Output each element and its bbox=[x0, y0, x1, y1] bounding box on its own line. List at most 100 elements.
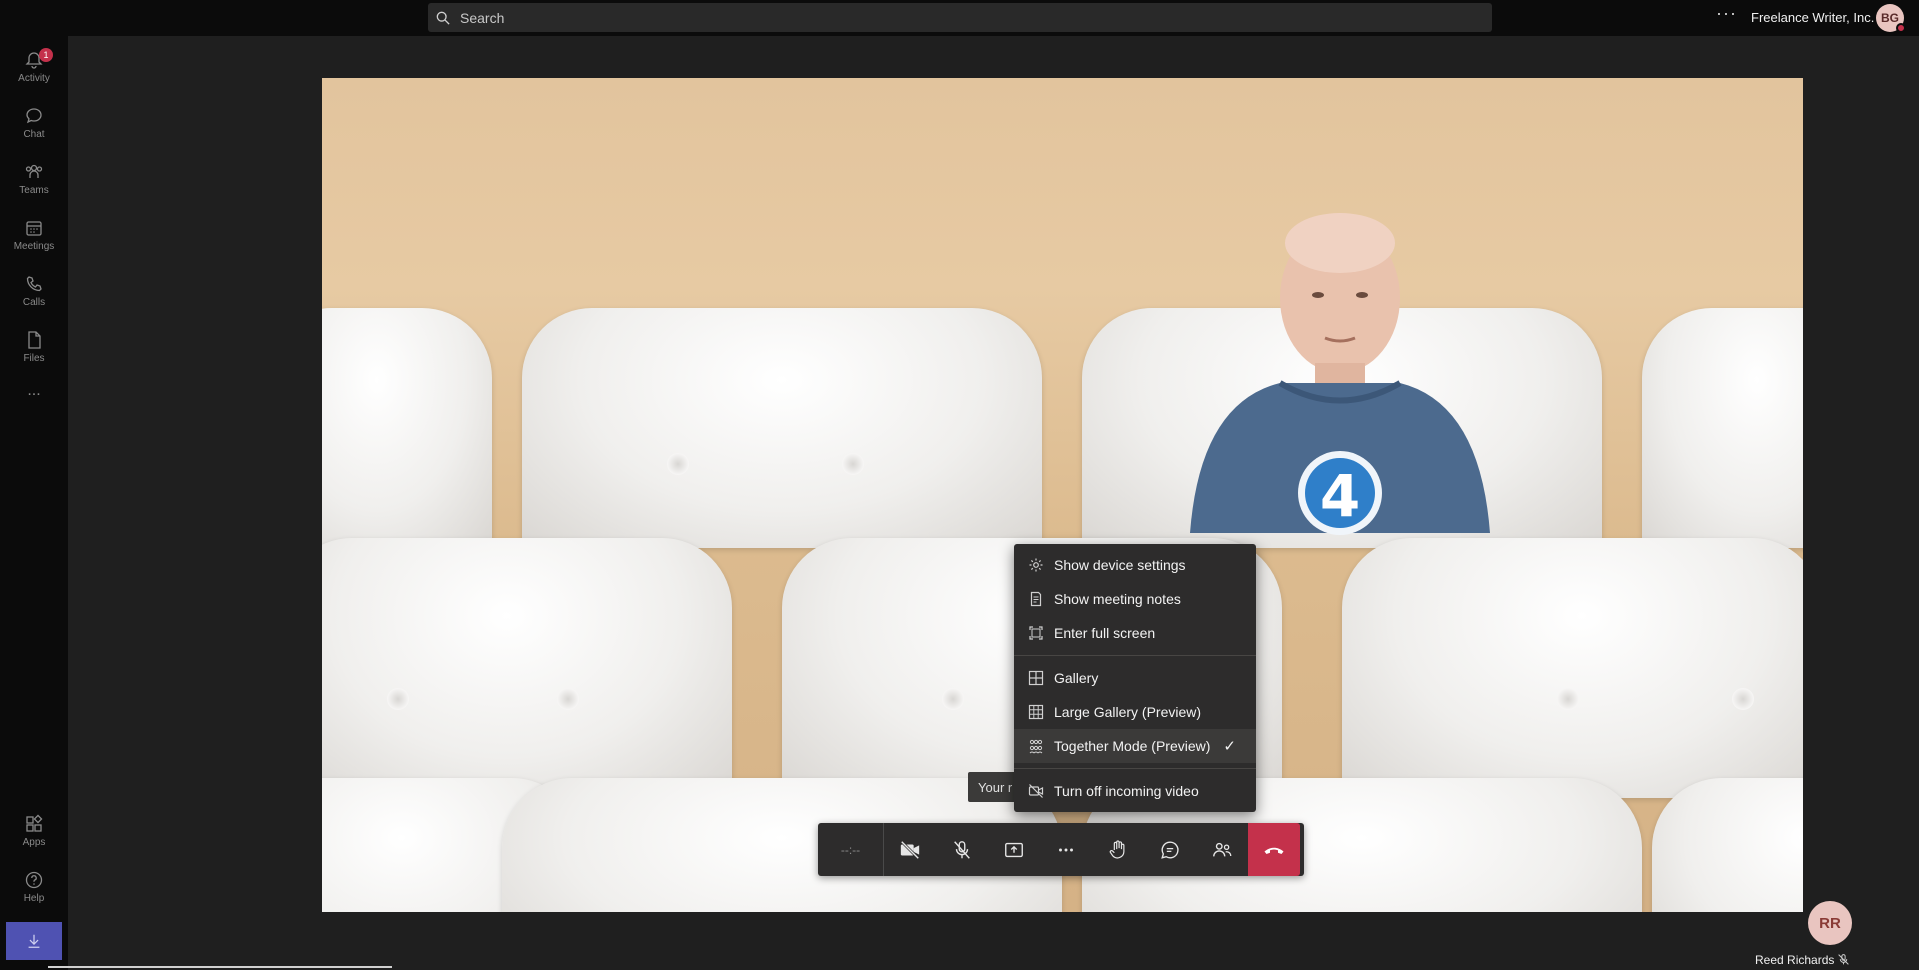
tooltip-text: Your r bbox=[978, 779, 1013, 795]
mic-off-icon bbox=[954, 840, 970, 859]
phone-icon bbox=[26, 276, 42, 292]
rail-item-calls[interactable]: Calls bbox=[0, 264, 68, 318]
mic-toggle-button[interactable] bbox=[936, 823, 988, 876]
app-rail: Activity 1 Chat Teams Meetings Calls Fil… bbox=[0, 36, 68, 970]
meeting-stage: 4 Your r Show device settings Show meeti… bbox=[68, 36, 1919, 970]
camera-toggle-button[interactable] bbox=[884, 823, 936, 876]
chair bbox=[322, 308, 492, 548]
chair-button bbox=[387, 688, 409, 710]
call-controls-bar: --:-- bbox=[818, 823, 1304, 876]
rail-item-apps[interactable]: Apps bbox=[0, 804, 68, 858]
hang-up-button[interactable] bbox=[1248, 823, 1300, 876]
chat-button[interactable] bbox=[1144, 823, 1196, 876]
progress-indicator bbox=[48, 966, 392, 968]
menu-item-meeting-notes[interactable]: Show meeting notes bbox=[1014, 582, 1256, 616]
large-grid-icon bbox=[1028, 704, 1044, 720]
more-options-icon[interactable]: ··· bbox=[1716, 4, 1737, 22]
chair bbox=[522, 308, 1042, 548]
rail-item-teams[interactable]: Teams bbox=[0, 152, 68, 206]
menu-item-large-gallery[interactable]: Large Gallery (Preview) bbox=[1014, 695, 1256, 729]
menu-item-label: Enter full screen bbox=[1054, 625, 1156, 641]
rail-item-help[interactable]: Help bbox=[0, 860, 68, 914]
rail-item-meetings[interactable]: Meetings bbox=[0, 208, 68, 262]
together-mode-icon bbox=[1029, 739, 1043, 754]
rail-label-meetings: Meetings bbox=[13, 241, 55, 252]
menu-separator bbox=[1014, 655, 1256, 656]
rail-item-activity[interactable]: Activity 1 bbox=[0, 40, 68, 94]
top-bar: Search ··· Freelance Writer, Inc. BG bbox=[0, 0, 1919, 36]
chat-icon bbox=[26, 108, 42, 124]
menu-separator bbox=[1014, 768, 1256, 769]
menu-item-label: Turn off incoming video bbox=[1054, 783, 1199, 799]
menu-item-label: Show meeting notes bbox=[1054, 591, 1181, 607]
rail-label-teams: Teams bbox=[19, 185, 49, 196]
participant-initials: RR bbox=[1819, 914, 1841, 932]
calendar-icon bbox=[26, 221, 42, 236]
chair-button bbox=[667, 453, 689, 475]
notes-icon bbox=[1030, 591, 1042, 607]
rail-label-activity: Activity bbox=[18, 73, 50, 84]
chat-icon bbox=[1161, 841, 1179, 859]
menu-item-device-settings[interactable]: Show device settings bbox=[1014, 548, 1256, 582]
participant-name: Reed Richards bbox=[1755, 953, 1835, 967]
download-icon bbox=[28, 934, 40, 948]
gear-icon bbox=[1029, 558, 1043, 572]
search-icon bbox=[436, 11, 450, 25]
raise-hand-icon bbox=[1109, 839, 1125, 858]
menu-item-label: Together Mode (Preview) bbox=[1054, 738, 1211, 754]
raise-hand-button[interactable] bbox=[1092, 823, 1144, 876]
chair-button bbox=[842, 453, 864, 475]
chair-button bbox=[1732, 688, 1754, 710]
user-avatar-initials: BG bbox=[1881, 11, 1899, 25]
user-avatar[interactable]: BG bbox=[1876, 4, 1906, 33]
menu-item-label: Gallery bbox=[1054, 670, 1099, 686]
file-icon bbox=[28, 331, 41, 349]
mic-muted-icon bbox=[1838, 954, 1849, 965]
activity-badge: 1 bbox=[39, 48, 53, 62]
more-apps-icon: ... bbox=[27, 382, 41, 399]
chair bbox=[322, 538, 732, 798]
menu-item-gallery[interactable]: Gallery bbox=[1014, 661, 1256, 695]
participants-icon bbox=[1213, 842, 1232, 857]
menu-item-label: Show device settings bbox=[1054, 557, 1186, 573]
rail-item-chat[interactable]: Chat bbox=[0, 96, 68, 150]
rail-item-files[interactable]: Files bbox=[0, 320, 68, 374]
grid-icon bbox=[1028, 670, 1044, 686]
menu-item-full-screen[interactable]: Enter full screen bbox=[1014, 616, 1256, 650]
rail-more-button[interactable]: ... bbox=[0, 376, 68, 406]
chair bbox=[1342, 538, 1803, 798]
participants-button[interactable] bbox=[1196, 823, 1248, 876]
teams-icon bbox=[25, 164, 43, 178]
fullscreen-icon bbox=[1029, 626, 1043, 640]
rail-label-apps: Apps bbox=[22, 837, 46, 848]
camera-off-icon bbox=[900, 840, 920, 859]
share-screen-button[interactable] bbox=[988, 823, 1040, 876]
svg-text:4: 4 bbox=[1320, 462, 1360, 530]
call-timer: --:-- bbox=[818, 823, 884, 876]
status-busy-icon bbox=[1896, 23, 1906, 33]
menu-item-turn-off-incoming-video[interactable]: Turn off incoming video bbox=[1014, 774, 1256, 808]
chair-button bbox=[942, 688, 964, 710]
chair bbox=[1652, 778, 1803, 912]
chair-button bbox=[557, 688, 579, 710]
help-icon bbox=[25, 871, 43, 889]
rail-label-chat: Chat bbox=[23, 129, 45, 140]
chair-button bbox=[1557, 688, 1579, 710]
menu-item-together-mode[interactable]: Together Mode (Preview) ✓ bbox=[1014, 729, 1256, 763]
video-off-icon bbox=[1028, 784, 1044, 798]
participant-avatar[interactable]: RR bbox=[1808, 901, 1852, 945]
hang-up-icon bbox=[1264, 847, 1284, 854]
chair bbox=[1642, 308, 1803, 548]
more-actions-menu: Show device settings Show meeting notes … bbox=[1014, 544, 1256, 812]
checkmark-icon: ✓ bbox=[1223, 738, 1236, 755]
search-box[interactable]: Search bbox=[428, 3, 1492, 32]
more-actions-button[interactable] bbox=[1040, 823, 1092, 876]
org-name[interactable]: Freelance Writer, Inc. bbox=[1751, 10, 1874, 25]
rail-label-calls: Calls bbox=[22, 297, 46, 308]
rail-label-help: Help bbox=[23, 893, 45, 904]
download-button[interactable] bbox=[6, 922, 62, 960]
menu-item-label: Large Gallery (Preview) bbox=[1054, 704, 1202, 720]
rail-label-files: Files bbox=[23, 353, 45, 364]
more-icon bbox=[1059, 848, 1073, 851]
search-placeholder: Search bbox=[460, 9, 505, 26]
